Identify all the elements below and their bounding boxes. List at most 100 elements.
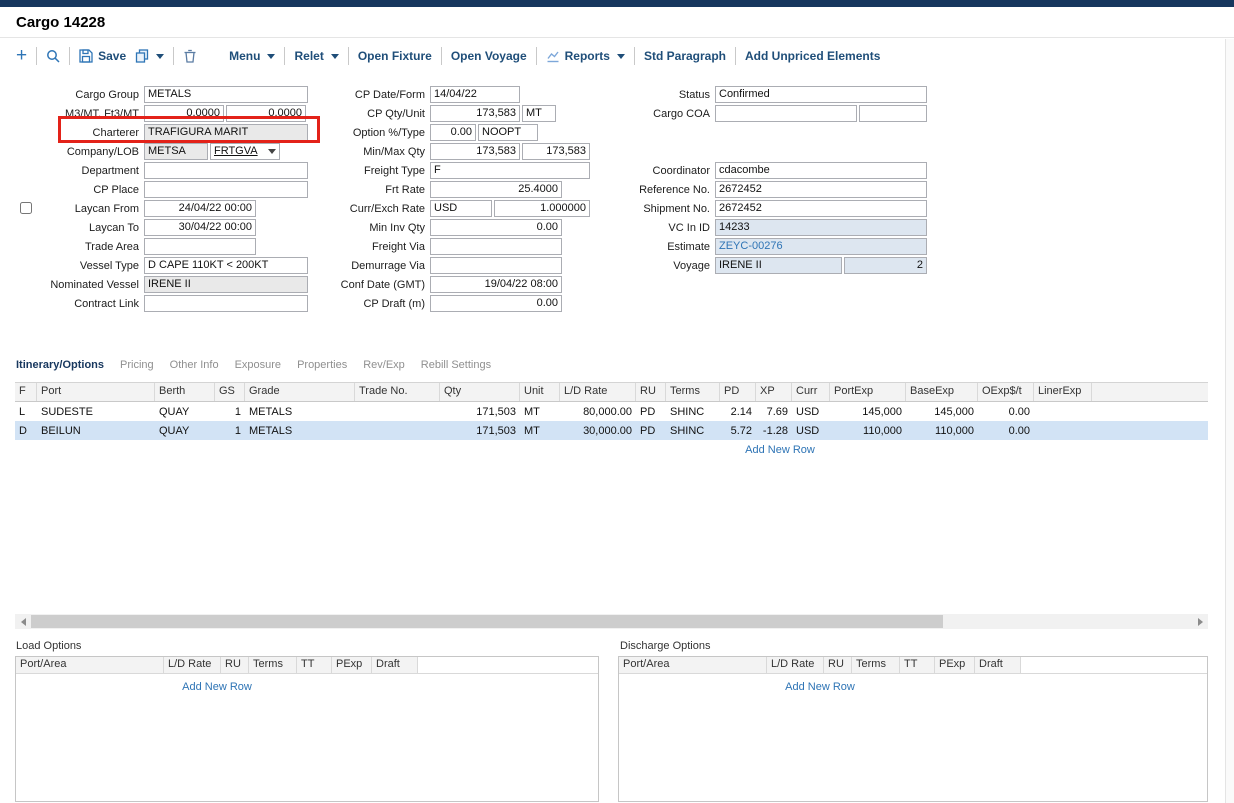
- cp-unit-field[interactable]: MT: [522, 105, 556, 122]
- shipment-no-field[interactable]: 2672452: [715, 200, 927, 217]
- header-ru[interactable]: RU: [824, 657, 852, 673]
- header-unit[interactable]: Unit: [520, 383, 560, 401]
- currency-field[interactable]: USD: [430, 200, 492, 217]
- header-draft[interactable]: Draft: [975, 657, 1021, 673]
- header-curr[interactable]: Curr: [792, 383, 830, 401]
- relet-button[interactable]: Relet: [294, 49, 338, 63]
- std-paragraph-button[interactable]: Std Paragraph: [644, 49, 726, 63]
- min-inv-qty-field[interactable]: 0.00: [430, 219, 562, 236]
- header-berth[interactable]: Berth: [155, 383, 215, 401]
- add-unpriced-elements-button[interactable]: Add Unpriced Elements: [745, 49, 880, 63]
- m3mt-field-2[interactable]: 0.0000: [226, 105, 306, 122]
- header-pd[interactable]: PD: [720, 383, 756, 401]
- search-button[interactable]: [46, 49, 60, 63]
- copy-button[interactable]: [135, 49, 164, 63]
- lob-dropdown[interactable]: FRTGVA: [210, 143, 280, 160]
- header-qty[interactable]: Qty: [440, 383, 520, 401]
- cp-qty-field[interactable]: 173,583: [430, 105, 520, 122]
- reference-no-label: Reference No.: [600, 184, 715, 196]
- header-oexp[interactable]: OExp$/t: [978, 383, 1034, 401]
- itinerary-row-discharge[interactable]: D BEILUN QUAY 1 METALS 171,503 MT 30,000…: [15, 421, 1208, 440]
- trade-area-field[interactable]: [144, 238, 256, 255]
- freight-type-field[interactable]: F: [430, 162, 590, 179]
- frt-rate-field[interactable]: 25.4000: [430, 181, 562, 198]
- header-ld-rate[interactable]: L/D Rate: [560, 383, 636, 401]
- header-terms[interactable]: Terms: [852, 657, 900, 673]
- header-port-area[interactable]: Port/Area: [619, 657, 767, 673]
- cargo-coa-field-1[interactable]: [715, 105, 857, 122]
- header-pexp[interactable]: PExp: [935, 657, 975, 673]
- header-grade[interactable]: Grade: [245, 383, 355, 401]
- freight-via-field[interactable]: [430, 238, 562, 255]
- save-button[interactable]: Save: [79, 49, 126, 63]
- header-baseexp[interactable]: BaseExp: [906, 383, 978, 401]
- header-terms[interactable]: Terms: [666, 383, 720, 401]
- laycan-from-field[interactable]: 24/04/22 00:00: [144, 200, 256, 217]
- tab-pricing[interactable]: Pricing: [120, 359, 154, 371]
- itinerary-row-load[interactable]: L SUDESTE QUAY 1 METALS 171,503 MT 80,00…: [15, 402, 1208, 421]
- tab-exposure[interactable]: Exposure: [235, 359, 281, 371]
- header-port[interactable]: Port: [37, 383, 155, 401]
- header-terms[interactable]: Terms: [249, 657, 297, 673]
- contract-link-field[interactable]: [144, 295, 308, 312]
- header-xp[interactable]: XP: [756, 383, 792, 401]
- vessel-type-field[interactable]: D CAPE 110KT < 200KT: [144, 257, 308, 274]
- conf-date-field[interactable]: 19/04/22 08:00: [430, 276, 562, 293]
- coordinator-field[interactable]: cdacombe: [715, 162, 927, 179]
- load-options-add-new-row-link[interactable]: Add New Row: [16, 674, 418, 693]
- cp-date-field[interactable]: 14/04/22: [430, 86, 520, 103]
- header-ru[interactable]: RU: [636, 383, 666, 401]
- trade-area-label: Trade Area: [16, 241, 144, 253]
- reference-no-field[interactable]: 2672452: [715, 181, 927, 198]
- header-f[interactable]: F: [15, 383, 37, 401]
- cargo-coa-field-2[interactable]: [859, 105, 927, 122]
- tab-itinerary-options[interactable]: Itinerary/Options: [16, 359, 104, 371]
- tab-rev-exp[interactable]: Rev/Exp: [363, 359, 405, 371]
- tab-properties[interactable]: Properties: [297, 359, 347, 371]
- min-qty-field[interactable]: 173,583: [430, 143, 520, 160]
- add-button[interactable]: +: [16, 49, 27, 63]
- menu-button[interactable]: Menu: [229, 49, 275, 63]
- estimate-link-field[interactable]: ZEYC-00276: [715, 238, 927, 255]
- scroll-right-arrow[interactable]: [1192, 614, 1208, 629]
- header-tt[interactable]: TT: [297, 657, 332, 673]
- header-ru[interactable]: RU: [221, 657, 249, 673]
- option-type-field[interactable]: NOOPT: [478, 124, 538, 141]
- department-field[interactable]: [144, 162, 308, 179]
- laycan-to-field[interactable]: 30/04/22 00:00: [144, 219, 256, 236]
- header-ld-rate[interactable]: L/D Rate: [164, 657, 221, 673]
- tab-rebill-settings[interactable]: Rebill Settings: [421, 359, 491, 371]
- header-pexp[interactable]: PExp: [332, 657, 372, 673]
- laycan-from-row: Laycan From 24/04/22 00:00: [16, 199, 308, 218]
- demurrage-via-field[interactable]: [430, 257, 562, 274]
- status-field[interactable]: Confirmed: [715, 86, 927, 103]
- discharge-options-add-new-row-link[interactable]: Add New Row: [619, 674, 1021, 693]
- itinerary-add-new-row-link[interactable]: Add New Row: [15, 440, 1208, 456]
- m3mt-field-1[interactable]: 0.0000: [144, 105, 224, 122]
- header-trade-no[interactable]: Trade No.: [355, 383, 440, 401]
- delete-button[interactable]: [183, 49, 197, 63]
- laycan-from-checkbox[interactable]: [20, 202, 32, 214]
- max-qty-field[interactable]: 173,583: [522, 143, 590, 160]
- header-tt[interactable]: TT: [900, 657, 935, 673]
- cp-draft-field[interactable]: 0.00: [430, 295, 562, 312]
- header-draft[interactable]: Draft: [372, 657, 418, 673]
- vertical-scrollbar[interactable]: [1225, 39, 1234, 803]
- reports-button[interactable]: Reports: [546, 49, 625, 63]
- open-fixture-button[interactable]: Open Fixture: [358, 49, 432, 63]
- open-voyage-button[interactable]: Open Voyage: [451, 49, 527, 63]
- horizontal-scrollbar[interactable]: [15, 614, 1208, 629]
- trade-area-row: Trade Area: [16, 237, 308, 256]
- header-port-area[interactable]: Port/Area: [16, 657, 164, 673]
- cp-place-field[interactable]: [144, 181, 308, 198]
- header-portexp[interactable]: PortExp: [830, 383, 906, 401]
- header-linerexp[interactable]: LinerExp: [1034, 383, 1092, 401]
- tab-other-info[interactable]: Other Info: [170, 359, 219, 371]
- header-ld-rate[interactable]: L/D Rate: [767, 657, 824, 673]
- cargo-group-field[interactable]: METALS: [144, 86, 308, 103]
- option-pct-field[interactable]: 0.00: [430, 124, 476, 141]
- scroll-left-arrow[interactable]: [15, 614, 31, 629]
- header-gs[interactable]: GS: [215, 383, 245, 401]
- horizontal-scrollbar-thumb[interactable]: [31, 615, 943, 628]
- exch-rate-field[interactable]: 1.000000: [494, 200, 590, 217]
